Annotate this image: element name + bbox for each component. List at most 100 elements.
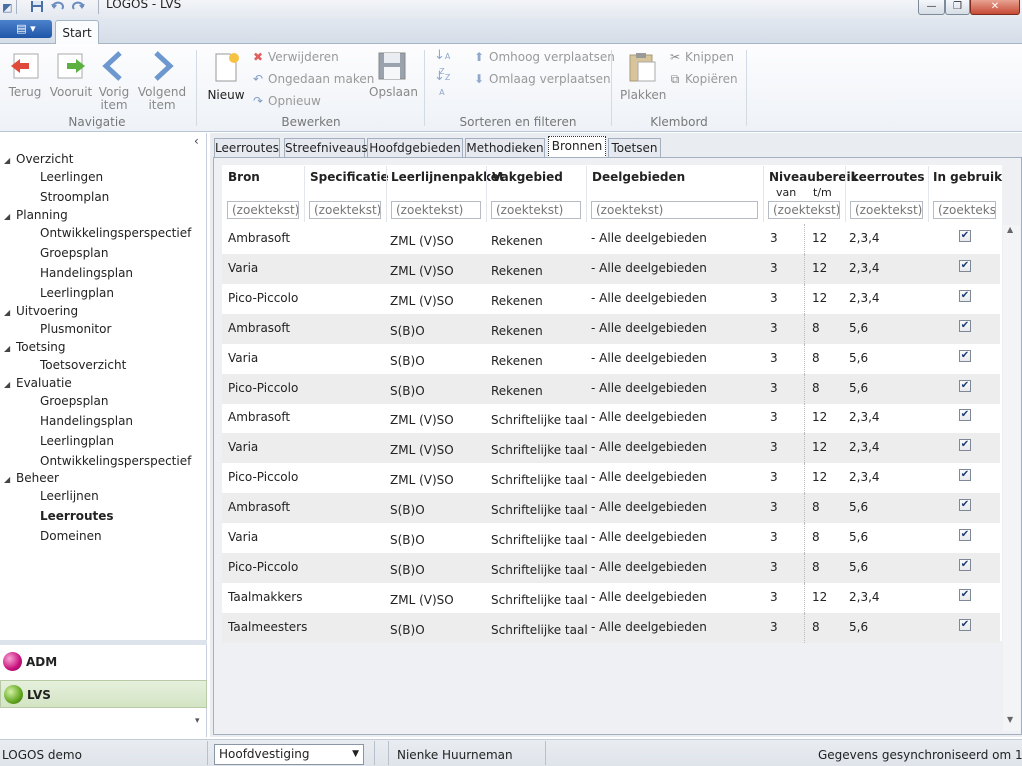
expand-triangle-icon[interactable]: ◢ (4, 156, 16, 165)
in-gebruik-checkbox[interactable]: ✔ (959, 529, 971, 541)
search-specificatie-input[interactable] (309, 201, 381, 219)
location-select[interactable]: Hoofdvestiging ▼ (214, 744, 364, 765)
save-button[interactable]: Opslaan (369, 50, 418, 99)
close-button[interactable]: ✕ (970, 0, 1020, 15)
redo-button[interactable]: ↷ Opnieuw (251, 94, 321, 108)
previous-item-button[interactable]: Vorig item (95, 50, 133, 112)
header-vakgebied[interactable]: Vakgebied (492, 170, 563, 184)
paste-button[interactable]: Plakken (620, 49, 666, 102)
table-row[interactable]: Varia S(B)O Schriftelijke taal - Alle deelg… (222, 523, 1000, 553)
header-in-gebruik[interactable]: In gebruik (933, 170, 1002, 184)
nav-group-planning[interactable]: ◢ Planning (4, 208, 68, 222)
tab-leerroutes[interactable]: Leerroutes (214, 138, 280, 158)
save-icon[interactable] (30, 0, 44, 13)
in-gebruik-checkbox[interactable]: ✔ (959, 319, 971, 332)
nav-group-overzicht[interactable]: ◢ Overzicht (4, 152, 73, 166)
search-vakgebied-input[interactable] (491, 201, 581, 219)
in-gebruik-checkbox[interactable]: ✔ (959, 439, 971, 452)
in-gebruik-checkbox[interactable]: ✔ (959, 618, 971, 631)
module-adm[interactable]: ADM (0, 648, 207, 676)
search-deelgebieden-input[interactable] (591, 201, 758, 219)
search-bron-input[interactable] (227, 201, 299, 219)
table-row[interactable]: Ambrasoft ZML (V)SO Rekenen - Alle deelgebi… (222, 224, 1000, 254)
in-gebruik-checkbox[interactable]: ✔ (959, 349, 971, 362)
table-row[interactable]: Pico-Piccolo S(B)O Rekenen - Alle deelgebie… (222, 373, 1000, 404)
tab-streefniveaus[interactable]: Streefniveaus (284, 138, 368, 158)
search-leerroutes-input[interactable] (850, 201, 923, 219)
nav-item-handelingsplan[interactable]: Handelingsplan (40, 266, 133, 280)
nav-item-plusmonitor[interactable]: Plusmonitor (40, 322, 111, 336)
maximize-button[interactable]: ❐ (945, 0, 970, 15)
nav-group-toetsing[interactable]: ◢ Toetsing (4, 340, 66, 354)
new-button[interactable]: Nieuw (206, 49, 246, 102)
nav-item-groepsplan[interactable]: Groepsplan (40, 394, 108, 408)
expand-triangle-icon[interactable]: ◢ (4, 212, 16, 221)
next-item-button[interactable]: Volgend item (137, 50, 187, 112)
in-gebruik-checkbox[interactable]: ✔ (959, 259, 971, 272)
copy-button[interactable]: ⧉ Kopiëren (668, 72, 738, 86)
search-leerlijnenpakket-input[interactable] (391, 201, 481, 219)
table-row[interactable]: Pico-Piccolo S(B)O Schriftelijke taal - All… (222, 552, 1000, 583)
expand-triangle-icon[interactable]: ◢ (4, 475, 16, 484)
nav-group-uitvoering[interactable]: ◢ Uitvoering (4, 304, 78, 318)
undo-button[interactable]: ↶ Ongedaan maken (251, 72, 374, 86)
undo-icon[interactable] (50, 0, 64, 13)
vertical-scrollbar[interactable]: ▲ ▼ (1003, 225, 1020, 731)
nav-item-leerlingen[interactable]: Leerlingen (40, 170, 103, 184)
nav-item-leerroutes[interactable]: Leerroutes (40, 509, 114, 523)
tab-start[interactable]: Start (55, 20, 99, 45)
forward-button[interactable]: Vooruit (48, 50, 94, 99)
table-row[interactable]: Ambrasoft S(B)O Rekenen - Alle deelgebieden… (222, 313, 1000, 344)
nav-item-ontwikkelingsperspectief[interactable]: Ontwikkelingsperspectief (40, 454, 191, 468)
nav-item-leerlijnen[interactable]: Leerlijnen (40, 489, 99, 503)
nav-item-handelingsplan[interactable]: Handelingsplan (40, 414, 133, 428)
in-gebruik-checkbox[interactable]: ✔ (959, 499, 971, 512)
header-deelgebieden[interactable]: Deelgebieden (592, 170, 685, 184)
in-gebruik-checkbox[interactable]: ✔ (959, 558, 971, 571)
tab-methodieken[interactable]: Methodieken (465, 138, 545, 158)
collapse-pane-button[interactable]: ‹ (194, 134, 199, 148)
back-button[interactable]: Terug (6, 50, 44, 99)
in-gebruik-checkbox[interactable]: ✔ (959, 409, 971, 422)
nav-item-stroomplan[interactable]: Stroomplan (40, 190, 109, 204)
table-row[interactable]: Taalmakkers ZML (V)SO Schriftelijke taal - … (222, 582, 1000, 613)
table-row[interactable]: Ambrasoft ZML (V)SO Schriftelijke taal - Al… (222, 403, 1000, 434)
nav-item-domeinen[interactable]: Domeinen (40, 529, 102, 543)
search-in-gebruik-input[interactable] (933, 201, 996, 219)
in-gebruik-checkbox[interactable]: ✔ (959, 588, 971, 601)
header-specificatie[interactable]: Specificatie (310, 170, 389, 184)
table-row[interactable]: Pico-Piccolo ZML (V)SO Schriftelijke taal -… (222, 463, 1000, 494)
in-gebruik-checkbox[interactable]: ✔ (959, 379, 971, 392)
search-niveaubereik-input[interactable] (768, 201, 840, 219)
table-row[interactable]: Varia ZML (V)SO Schriftelijke taal - Alle d… (222, 433, 1000, 464)
delete-button[interactable]: ✖ Verwijderen (251, 50, 339, 64)
in-gebruik-checkbox[interactable]: ✔ (959, 469, 971, 482)
table-row[interactable]: Pico-Piccolo ZML (V)SO Rekenen - Alle deelg… (222, 283, 1000, 314)
header-leerlijnenpakket[interactable]: Leerlijnenpakket (391, 170, 505, 184)
header-leerroutes[interactable]: Leerroutes (851, 170, 925, 184)
cut-button[interactable]: ✂ Knippen (668, 50, 734, 64)
tab-toetsen[interactable]: Toetsen (608, 138, 661, 158)
tab-bronnen[interactable]: Bronnen (548, 136, 606, 158)
sort-descending-icon[interactable]: ↓Z A (434, 70, 450, 100)
module-lvs[interactable]: LVS (0, 680, 207, 708)
header-bron[interactable]: Bron (228, 170, 260, 184)
scroll-up-arrow-icon[interactable]: ▲ (1007, 225, 1013, 234)
table-row[interactable]: Varia ZML (V)SO Rekenen - Alle deelgebieden… (222, 253, 1000, 284)
nav-item-leerlingplan[interactable]: Leerlingplan (40, 286, 114, 300)
more-modules-button[interactable]: ▾ (195, 716, 200, 726)
expand-triangle-icon[interactable]: ◢ (4, 308, 16, 317)
tab-hoofdgebieden[interactable]: Hoofdgebieden (367, 138, 463, 158)
table-row[interactable]: Ambrasoft S(B)O Schriftelijke taal - Alle d… (222, 493, 1000, 524)
move-down-button[interactable]: ⬇ Omlaag verplaatsen (472, 72, 611, 86)
move-up-button[interactable]: ⬆ Omhoog verplaatsen (472, 50, 615, 64)
module-splitter[interactable] (0, 640, 207, 645)
nav-group-beheer[interactable]: ◢ Beheer (4, 471, 59, 485)
table-row[interactable]: Taalmeesters S(B)O Schriftelijke taal - All… (222, 612, 1000, 643)
nav-item-leerlingplan[interactable]: Leerlingplan (40, 434, 114, 448)
minimize-button[interactable]: — (918, 0, 945, 15)
expand-triangle-icon[interactable]: ◢ (4, 380, 16, 389)
nav-item-groepsplan[interactable]: Groepsplan (40, 246, 108, 260)
app-menu-button[interactable]: ▤ ▾ (0, 20, 52, 38)
expand-triangle-icon[interactable]: ◢ (4, 344, 16, 353)
